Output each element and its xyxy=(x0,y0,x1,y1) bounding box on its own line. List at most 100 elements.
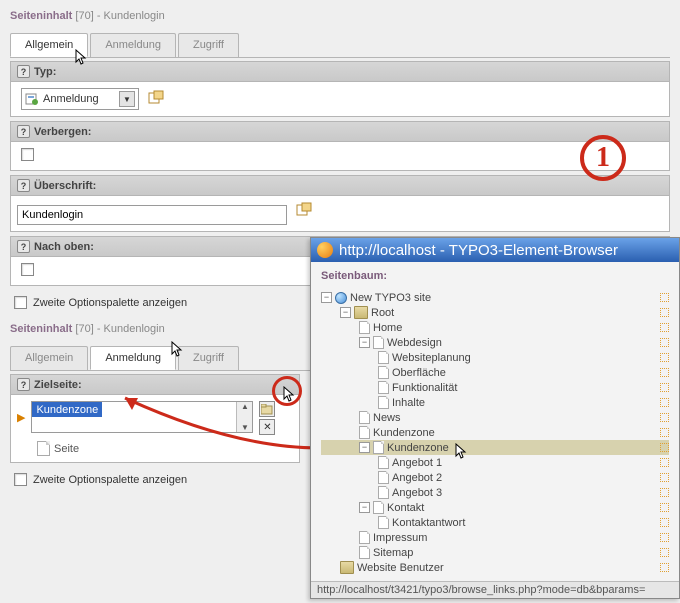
select-marker[interactable] xyxy=(660,368,669,377)
tree-node[interactable]: Website Benutzer xyxy=(321,560,669,575)
chevron-down-icon[interactable]: ▼ xyxy=(119,91,135,107)
tab-login[interactable]: Anmeldung xyxy=(90,346,176,370)
tree-node[interactable]: Angebot 1 xyxy=(321,455,669,470)
collapse-icon[interactable]: − xyxy=(359,502,370,513)
collapse-icon[interactable]: − xyxy=(359,442,370,453)
tab-general[interactable]: Allgemein xyxy=(10,33,88,57)
wizard-icon[interactable] xyxy=(296,202,312,218)
help-icon[interactable]: ? xyxy=(17,378,30,391)
tree-node[interactable]: Angebot 2 xyxy=(321,470,669,485)
collapse-icon[interactable]: − xyxy=(340,307,351,318)
tree-node[interactable]: Funktionalität xyxy=(321,380,669,395)
firefox-icon xyxy=(317,242,333,258)
page-icon xyxy=(378,366,389,379)
page-icon xyxy=(37,441,50,456)
tree-node[interactable]: Websiteplanung xyxy=(321,350,669,365)
select-marker[interactable] xyxy=(660,473,669,482)
record-id: [70] xyxy=(75,10,93,22)
wizard-icon[interactable] xyxy=(148,90,164,106)
tab-access[interactable]: Zugriff xyxy=(178,346,239,370)
remove-item-button[interactable]: ✕ xyxy=(259,419,275,435)
tab-login[interactable]: Anmeldung xyxy=(90,33,176,57)
section-target-header: ? Zielseite: xyxy=(10,374,300,395)
page-icon xyxy=(378,486,389,499)
select-marker[interactable] xyxy=(660,338,669,347)
tree-heading: Seitenbaum: xyxy=(321,270,669,282)
popup-titlebar[interactable]: http://localhost - TYPO3-Element-Browser xyxy=(311,238,679,262)
page-icon xyxy=(378,456,389,469)
page-icon xyxy=(373,441,384,454)
select-marker[interactable] xyxy=(660,353,669,362)
content-record-title: Seiteninhalt [70] - Kundenlogin xyxy=(10,10,670,22)
record-id: [70] xyxy=(75,323,93,335)
tab-general[interactable]: Allgemein xyxy=(10,346,88,370)
select-marker[interactable] xyxy=(660,563,669,572)
section-type-header: ? Typ: xyxy=(10,61,670,82)
option-palette-label: Zweite Optionspalette anzeigen xyxy=(33,474,187,486)
help-icon[interactable]: ? xyxy=(17,240,30,253)
tree-node[interactable]: Inhalte xyxy=(321,395,669,410)
browse-folder-button[interactable] xyxy=(259,401,275,417)
target-listbox[interactable]: Kundenzone ▲▼ xyxy=(31,401,253,433)
popup-statusbar: http://localhost/t3421/typo3/browse_link… xyxy=(311,581,679,598)
tree-node[interactable]: Kontaktantwort xyxy=(321,515,669,530)
select-marker[interactable] xyxy=(660,398,669,407)
tree-node[interactable]: Kundenzone xyxy=(321,425,669,440)
tab-access[interactable]: Zugriff xyxy=(178,33,239,57)
select-marker[interactable] xyxy=(660,428,669,437)
tree-node[interactable]: Oberfläche xyxy=(321,365,669,380)
scrollbar[interactable]: ▲▼ xyxy=(236,402,252,432)
element-browser-popup: http://localhost - TYPO3-Element-Browser… xyxy=(310,237,680,599)
section-hide-body xyxy=(10,142,670,171)
select-marker[interactable] xyxy=(660,413,669,422)
heading-input[interactable] xyxy=(17,205,287,225)
tree-node-site[interactable]: − New TYPO3 site xyxy=(321,290,669,305)
help-icon[interactable]: ? xyxy=(17,65,30,78)
collapse-icon[interactable]: − xyxy=(359,337,370,348)
select-marker[interactable] xyxy=(660,383,669,392)
collapse-icon[interactable]: − xyxy=(321,292,332,303)
help-icon[interactable]: ? xyxy=(17,179,30,192)
page-icon xyxy=(378,516,389,529)
tree-node[interactable]: Sitemap xyxy=(321,545,669,560)
select-marker[interactable] xyxy=(660,518,669,527)
tree-node-kundenzone-selected[interactable]: − Kundenzone xyxy=(321,440,669,455)
select-marker[interactable] xyxy=(660,323,669,332)
help-icon[interactable]: ? xyxy=(17,125,30,138)
option-palette-checkbox[interactable] xyxy=(14,473,27,486)
select-marker[interactable] xyxy=(660,443,669,452)
section-type-label: Typ: xyxy=(34,66,56,78)
select-marker[interactable] xyxy=(660,458,669,467)
tree-node[interactable]: − Webdesign xyxy=(321,335,669,350)
record-type: Seiteninhalt xyxy=(10,323,72,335)
folder-icon xyxy=(354,306,368,319)
tree-node[interactable]: News xyxy=(321,410,669,425)
type-select[interactable]: Anmeldung ▼ xyxy=(21,88,139,110)
tabs-panel1: Allgemein Anmeldung Zugriff xyxy=(10,33,670,58)
type-select-value: Anmeldung xyxy=(43,93,113,105)
page-icon xyxy=(359,426,370,439)
page-type-label: Seite xyxy=(54,443,79,455)
tree-node[interactable]: Home xyxy=(321,320,669,335)
totop-checkbox[interactable] xyxy=(21,263,34,276)
section-hide-label: Verbergen: xyxy=(34,126,91,138)
section-type-body: Anmeldung ▼ xyxy=(10,82,670,117)
select-marker[interactable] xyxy=(660,533,669,542)
record-type: Seiteninhalt xyxy=(10,10,72,22)
select-marker[interactable] xyxy=(660,503,669,512)
option-palette-checkbox[interactable] xyxy=(14,296,27,309)
hide-checkbox[interactable] xyxy=(21,148,34,161)
tree-node[interactable]: − Kontakt xyxy=(321,500,669,515)
page-icon xyxy=(373,501,384,514)
page-icon xyxy=(359,531,370,544)
tree-node[interactable]: Impressum xyxy=(321,530,669,545)
login-plugin-icon xyxy=(25,92,39,106)
tree-node-root[interactable]: − Root xyxy=(321,305,669,320)
select-marker[interactable] xyxy=(660,293,669,302)
select-marker[interactable] xyxy=(660,488,669,497)
section-hide-header: ? Verbergen: xyxy=(10,121,670,142)
tree-node[interactable]: Angebot 3 xyxy=(321,485,669,500)
select-marker[interactable] xyxy=(660,548,669,557)
select-marker[interactable] xyxy=(660,308,669,317)
popup-title: http://localhost - TYPO3-Element-Browser xyxy=(339,242,618,259)
